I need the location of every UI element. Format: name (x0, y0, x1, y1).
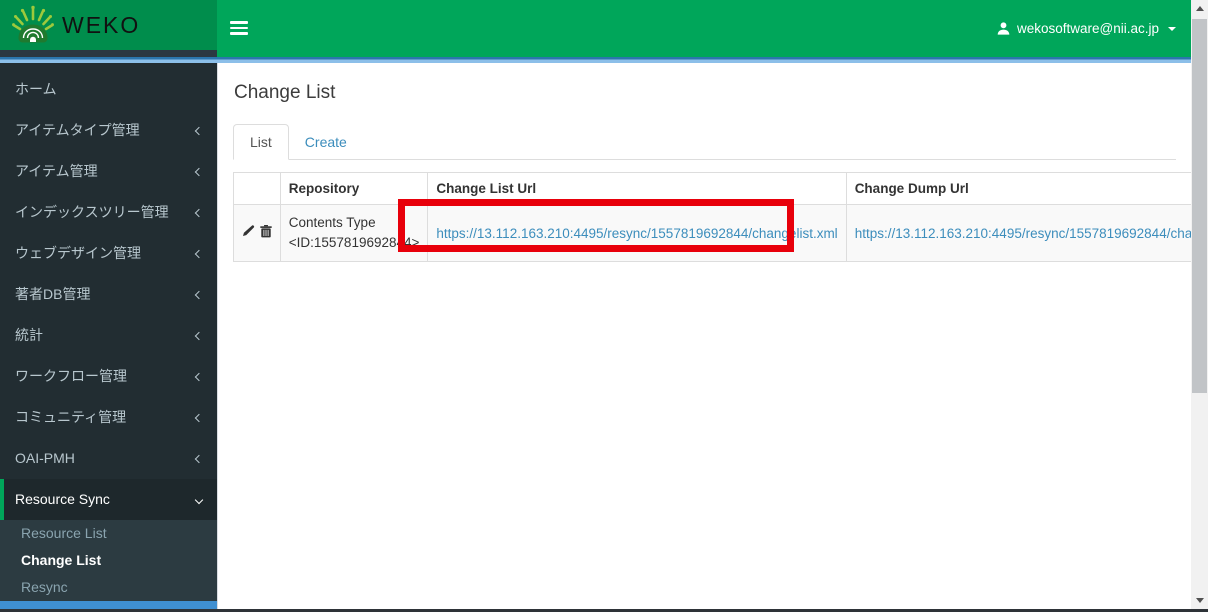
sidebar-item-authordb-admin[interactable]: 著者DB管理 (0, 274, 217, 315)
change-list-table: Repository Change List Url Change Dump U… (233, 172, 1208, 262)
change-dump-url-column-header: Change Dump Url (845, 172, 1208, 205)
weko-admin-window: wekosoftware@nii.ac.jp WEKO ホーム アイテムタイプ管… (0, 0, 1208, 612)
chevron-left-icon (194, 290, 204, 299)
resource-sync-submenu: Resource List Change List Resync (0, 520, 217, 601)
user-email: wekosoftware@nii.ac.jp (1016, 21, 1159, 36)
sidebar-item-item-admin[interactable]: アイテム管理 (0, 151, 217, 192)
repository-column-header: Repository (279, 172, 429, 205)
caret-down-icon (1168, 26, 1176, 31)
sidebar-item-home[interactable]: ホーム (0, 69, 217, 110)
sidebar-menu: ホーム アイテムタイプ管理 アイテム管理 インデックスツリー管理 ウェブデザイン… (0, 63, 217, 601)
change-dump-url-link[interactable]: https://13.112.163.210:4495/resync/15578… (855, 226, 1208, 241)
vertical-scrollbar[interactable] (1191, 0, 1208, 609)
row-actions-cell (233, 204, 281, 262)
change-dump-url-cell: https://13.112.163.210:4495/resync/15578… (845, 204, 1208, 262)
tab-list[interactable]: List (233, 124, 289, 160)
repository-cell: Contents Type <ID:1557819692844> (279, 204, 429, 262)
change-list-url-column-header: Change List Url (427, 172, 847, 205)
chevron-left-icon (194, 208, 204, 217)
sidebar-subitem-resource-list[interactable]: Resource List (0, 520, 217, 547)
page-title: Change List (234, 82, 336, 103)
brand-name: WEKO (62, 11, 141, 38)
sidebar-item-workflow-admin[interactable]: ワークフロー管理 (0, 356, 217, 397)
sidebar-item-statistics[interactable]: 統計 (0, 315, 217, 356)
table-header-row: Repository Change List Url Change Dump U… (233, 172, 1208, 205)
logo-underlay (0, 50, 217, 57)
arrow-down-icon (1195, 598, 1204, 603)
sidebar-item-webdesign-admin[interactable]: ウェブデザイン管理 (0, 233, 217, 274)
scroll-down-button[interactable] (1191, 592, 1208, 609)
sidebar-toggle-button[interactable] (230, 21, 248, 36)
sidebar-item-oai-pmh[interactable]: OAI-PMH (0, 438, 217, 479)
edit-icon[interactable] (242, 225, 255, 241)
tab-create[interactable]: Create (289, 125, 363, 159)
sidebar-item-itemtype-admin[interactable]: アイテムタイプ管理 (0, 110, 217, 151)
chevron-down-icon (194, 495, 204, 504)
scrollbar-thumb[interactable] (1191, 19, 1208, 393)
chevron-left-icon (194, 167, 204, 176)
tab-bar: List Create (233, 124, 1176, 160)
change-list-url-cell: https://13.112.163.210:4495/resync/15578… (427, 204, 847, 262)
main-content: Change List List Create Repository Chang… (217, 63, 1208, 609)
sidebar-item-community-admin[interactable]: コミュニティ管理 (0, 397, 217, 438)
chevron-left-icon (194, 249, 204, 258)
user-icon (996, 21, 1011, 36)
weko-logo[interactable]: WEKO (0, 0, 217, 50)
delete-icon[interactable] (260, 225, 272, 241)
sidebar-subitem-resync[interactable]: Resync (0, 574, 217, 601)
actions-column-header (233, 172, 281, 205)
table-row: Contents Type <ID:1557819692844> https:/… (233, 204, 1208, 262)
weko-logo-icon (12, 5, 54, 45)
arrow-up-icon (1195, 6, 1204, 11)
scroll-up-button[interactable] (1191, 0, 1208, 17)
user-menu[interactable]: wekosoftware@nii.ac.jp (992, 0, 1180, 57)
chevron-left-icon (194, 126, 204, 135)
change-list-url-link[interactable]: https://13.112.163.210:4495/resync/15578… (436, 226, 837, 241)
chevron-left-icon (194, 413, 204, 422)
sidebar: ホーム アイテムタイプ管理 アイテム管理 インデックスツリー管理 ウェブデザイン… (0, 63, 217, 612)
chevron-left-icon (194, 372, 204, 381)
chevron-left-icon (194, 454, 204, 463)
sidebar-item-indextree-admin[interactable]: インデックスツリー管理 (0, 192, 217, 233)
sidebar-item-resource-sync[interactable]: Resource Sync (0, 479, 217, 520)
chevron-left-icon (194, 331, 204, 340)
sidebar-bottom-bar (0, 601, 217, 609)
sidebar-subitem-change-list[interactable]: Change List (0, 547, 217, 574)
